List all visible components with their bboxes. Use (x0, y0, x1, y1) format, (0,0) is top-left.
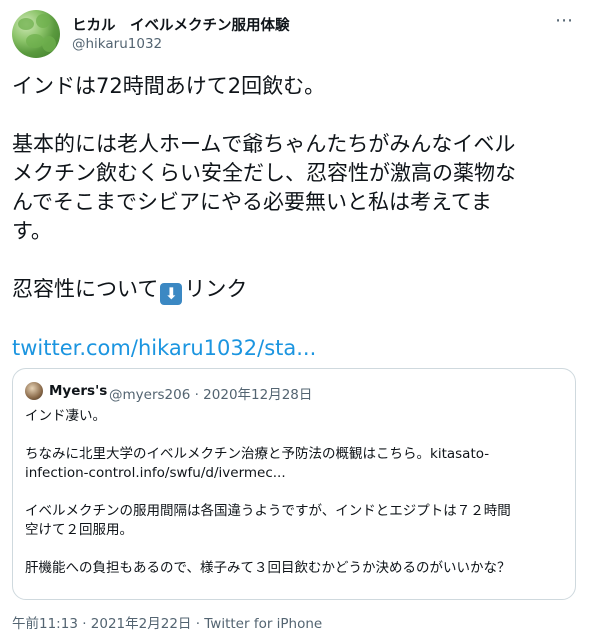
tweet-line: 忍容性について ⬇ リンク (12, 275, 578, 305)
tweet-text: インドは72時間あけて2回飲む。 基本的には老人ホームで爺ちゃんたちがみんなイベ… (12, 72, 578, 363)
tweet-line: んでそこまでシビアにやる必要無いと私は考えてま (12, 190, 492, 214)
quoted-line: 空けて２回服用。 (25, 522, 133, 538)
tweet-line: す。 (12, 219, 52, 243)
quoted-author-name: Myers's (49, 383, 108, 399)
tweet-line: 基本的には老人ホームで爺ちゃんたちがみんなイベル (12, 132, 516, 156)
quoted-line: インド凄い。 (25, 408, 106, 424)
tweet-text-suffix: リンク (184, 277, 248, 301)
author-avatar[interactable] (12, 10, 60, 58)
down-arrow-icon: ⬇ (160, 283, 183, 305)
tweet-timestamp[interactable]: 午前11:13 · 2021年2月22日 · Twitter for iPhon… (12, 612, 322, 632)
tweet-link[interactable]: twitter.com/hikaru1032/sta... (12, 336, 316, 360)
quoted-line: イベルメクチンの服用間隔は各国違うようですが、インドとエジプトは７２時間 (25, 503, 511, 519)
quoted-author-handle: @myers206 · 2020年12月28日 (109, 387, 313, 403)
quoted-line: infection-control.info/swfu/d/ivermec... (25, 465, 286, 481)
more-dots-icon[interactable]: ⋯ (555, 10, 574, 31)
tweet-text-prefix: 忍容性について (12, 277, 159, 301)
author-handle[interactable]: @hikaru1032 (72, 36, 162, 52)
tweet-line: インドは72時間あけて2回飲む。 (12, 74, 326, 98)
quoted-author-avatar (25, 382, 43, 400)
author-name[interactable]: ヒカル イベルメクチン服用体験 (72, 14, 290, 35)
tweet-header: ヒカル イベルメクチン服用体験 @hikaru1032 ⋯ (12, 8, 578, 58)
quoted-line: ちなみに北里大学のイベルメクチン治療と予防法の概観はこちら。kitasato- (25, 446, 490, 462)
quoted-tweet[interactable]: Myers's @myers206 · 2020年12月28日 インド凄い。 ち… (12, 368, 576, 600)
quoted-tweet-text: インド凄い。 ちなみに北里大学のイベルメクチン治療と予防法の概観はこちら。kit… (25, 407, 563, 578)
tweet-line: メクチン飲むくらい安全だし、忍容性が激高の薬物な (12, 161, 516, 185)
quoted-line: 肝機能への負担もあるので、様子みて３回目飲むかどうか決めるのがいいかな？ (25, 560, 511, 576)
